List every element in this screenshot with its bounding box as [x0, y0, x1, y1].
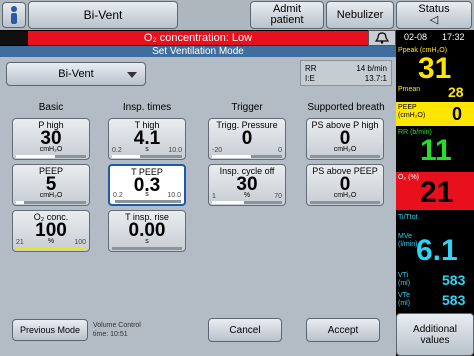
ps-above-phigh-control[interactable]: PS above P high 0 cmH₂O	[306, 118, 384, 160]
o2-conc-control[interactable]: O₂ conc. 100 21 % 100	[12, 210, 90, 252]
pmean-label: Pmean	[398, 86, 421, 93]
admit-line2: patient	[270, 14, 304, 26]
param-level-bar	[310, 201, 380, 204]
peep-label: PEEP	[398, 104, 417, 111]
bell-icon	[374, 32, 390, 44]
p-high-control[interactable]: P high 30 cmH₂O	[12, 118, 90, 160]
admit-patient-button[interactable]: Admit patient	[250, 1, 324, 29]
param-max: 70	[274, 193, 282, 200]
o2-label-text: O₂	[398, 174, 407, 181]
ppeak-value: 31	[418, 52, 452, 85]
param-level-bar	[16, 155, 86, 158]
peep-control[interactable]: PEEP 5 cmH₂O	[12, 164, 90, 206]
param-max: 10.0	[167, 192, 181, 199]
param-level-bar	[16, 201, 86, 204]
param-unit: cmH₂O	[39, 146, 63, 153]
peep-highlight: PEEP (cmH₂O) 0	[396, 102, 474, 126]
insp-cycle-off-control[interactable]: Insp. cycle off 30 1 % 70	[208, 164, 286, 206]
vti-value: 583	[442, 272, 466, 288]
param-unit: cmH₂O	[333, 192, 357, 199]
o2-unit: (%)	[408, 174, 420, 181]
ie-label: I:E	[305, 74, 315, 83]
cancel-button[interactable]: Cancel	[208, 318, 282, 342]
accept-button[interactable]: Accept	[306, 318, 380, 342]
param-value: 0	[241, 128, 253, 149]
mve-label: MVe	[398, 233, 413, 240]
column-basic: Basic	[38, 102, 64, 113]
t-insp-rise-control[interactable]: T insp. rise 0.00 s	[108, 210, 186, 252]
chevron-down-icon	[127, 72, 137, 78]
status-button[interactable]: Status ◁	[396, 1, 472, 29]
speaker-icon: ◁	[429, 14, 439, 26]
param-level-bar	[212, 201, 282, 204]
param-unit: cmH₂O	[39, 192, 63, 199]
rr-label-text: RR	[398, 129, 409, 136]
additional-values-line1: Additional	[413, 323, 457, 335]
patient-button[interactable]	[2, 2, 26, 28]
rr-value: 11	[420, 134, 452, 167]
t-high-control[interactable]: T high 4.1 0.2 s 10.0	[108, 118, 186, 160]
ppeak-label-text: Ppeak	[398, 47, 418, 54]
param-max: 0	[278, 147, 282, 154]
vte-unit: (ml)	[398, 300, 411, 307]
mve-unit: (l/min)	[398, 241, 418, 248]
o2-alarm-highlight: O₂ (%) 21	[396, 172, 474, 210]
t-peep-control[interactable]: T PEEP 0.3 0.2 s 10.0	[108, 164, 186, 206]
mode-select-value: Bi-Vent	[58, 68, 94, 80]
param-min: -20	[212, 147, 223, 154]
o2-value: 21	[420, 176, 454, 209]
pmean-value: 28	[448, 84, 464, 100]
previous-mode-name: Volume Control	[93, 322, 141, 329]
ie-value: 13.7:1	[364, 74, 387, 83]
param-level-bar	[112, 155, 182, 158]
rr-label: RR	[305, 64, 317, 73]
o2-label: O₂ (%)	[398, 174, 419, 182]
previous-mode-info: Volume Control time: 10:51	[93, 321, 141, 339]
previous-mode-time: time: 10:51	[93, 331, 128, 338]
param-level-bar	[212, 155, 282, 158]
titot-label: Ti/Ttot	[398, 214, 418, 221]
param-level-bar	[113, 200, 181, 203]
column-insp-times: Insp. times	[122, 102, 172, 113]
previous-mode-button[interactable]: Previous Mode	[12, 319, 88, 341]
vte-value: 583	[442, 292, 466, 308]
silence-alarm-button[interactable]	[368, 30, 396, 46]
vti-label: VTi	[398, 272, 409, 279]
column-supported-breath: Supported breath	[307, 102, 385, 113]
alarm-message[interactable]: O₂ concentration: Low	[28, 31, 368, 45]
ps-above-peep-control[interactable]: PS above PEEP 0 cmH₂O	[306, 164, 384, 206]
vti-unit: (ml)	[398, 280, 411, 287]
nebulizer-button[interactable]: Nebulizer	[326, 1, 394, 29]
panel-title: Set Ventilation Mode	[0, 46, 396, 57]
rr-ie-readout: RR 14 b/min I:E 13.7:1	[300, 60, 392, 86]
mve-value: 6.1	[416, 234, 458, 267]
monitor-date: 02-08	[404, 32, 428, 42]
param-level-bar	[16, 247, 86, 250]
param-unit: s	[145, 238, 149, 245]
alarm-left-strip	[0, 31, 28, 45]
param-level-bar	[310, 155, 380, 158]
peep-value: 0	[452, 104, 463, 124]
person-icon	[11, 6, 17, 24]
rr-value: 14 b/min	[356, 64, 387, 73]
column-trigger: Trigger	[231, 102, 263, 113]
param-max: 100	[74, 239, 86, 246]
vte-label: VTe	[398, 292, 411, 299]
trigg-pressure-control[interactable]: Trigg. Pressure 0 -20 0	[208, 118, 286, 160]
monitor-time: 17:32	[442, 32, 465, 42]
param-level-bar	[112, 247, 182, 250]
mode-select[interactable]: Bi-Vent	[6, 62, 146, 86]
peep-unit: (cmH₂O)	[398, 112, 426, 119]
additional-values-line2: values	[420, 334, 450, 346]
monitor-panel: 02-08 17:32 Ppeak (cmH₂O) 31 Pmean 28 PE…	[396, 30, 474, 313]
additional-values-button[interactable]: Additional values	[396, 313, 474, 356]
param-unit: cmH₂O	[333, 146, 357, 153]
param-max: 10.0	[168, 147, 182, 154]
mode-tab[interactable]: Bi-Vent	[28, 1, 178, 29]
